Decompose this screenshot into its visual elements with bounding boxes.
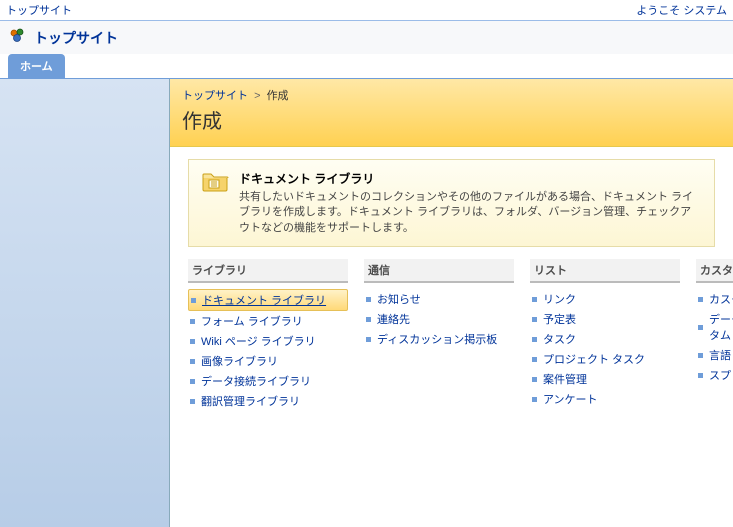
category-communications-head: 通信: [364, 259, 514, 283]
bullet-icon: [190, 319, 195, 324]
list-item[interactable]: Wiki ページ ライブラリ: [188, 331, 348, 351]
link-form-library[interactable]: フォーム ライブラリ: [201, 313, 303, 329]
link-contacts[interactable]: 連絡先: [377, 311, 410, 327]
infobox-body: 共有したいドキュメントのコレクションやその他のファイルがある場合、ドキュメント …: [239, 190, 702, 236]
breadcrumb: トップサイト > 作成: [182, 87, 721, 103]
breadcrumb-site-link[interactable]: トップサイト: [182, 90, 248, 102]
link-picture-library[interactable]: 画像ライブラリ: [201, 353, 278, 369]
list-item[interactable]: アンケート: [530, 389, 680, 409]
list-item[interactable]: 翻訳管理ライブラリ: [188, 391, 348, 411]
left-nav: [0, 79, 170, 527]
list-item[interactable]: 予定表: [530, 309, 680, 329]
link-survey[interactable]: アンケート: [543, 391, 598, 407]
page-title: 作成: [182, 105, 721, 134]
list-item[interactable]: データシ タム リス: [696, 309, 733, 345]
category-custom-head: カスタム リ: [696, 259, 733, 283]
category-library: ライブラリ ドキュメント ライブラリ フォーム ライブラリ Wiki ページ ラ…: [188, 259, 348, 411]
list-item[interactable]: データ接続ライブラリ: [188, 371, 348, 391]
bullet-icon: [532, 377, 537, 382]
site-title: トップサイト: [34, 28, 118, 48]
bullet-icon: [698, 297, 703, 302]
bullet-icon: [366, 317, 371, 322]
bullet-icon: [190, 339, 195, 344]
link-datasheet-line2: タム リス: [709, 330, 733, 342]
link-languages[interactable]: 言語と翻: [709, 347, 733, 363]
bullet-icon: [190, 399, 195, 404]
category-list-head: リスト: [530, 259, 680, 283]
category-library-head: ライブラリ: [188, 259, 348, 283]
bullet-icon: [366, 297, 371, 302]
list-item[interactable]: スプレッド: [696, 365, 733, 385]
link-spreadsheet[interactable]: スプレッド: [709, 367, 733, 383]
category-communications: 通信 お知らせ 連絡先 ディスカッション掲示板: [364, 259, 514, 411]
list-item[interactable]: フォーム ライブラリ: [188, 311, 348, 331]
bullet-icon: [190, 379, 195, 384]
link-tasks[interactable]: タスク: [543, 331, 576, 347]
link-data-connection-library[interactable]: データ接続ライブラリ: [201, 373, 311, 389]
link-discussion-board[interactable]: ディスカッション掲示板: [377, 331, 497, 347]
link-announcements[interactable]: お知らせ: [377, 291, 421, 307]
link-issue-tracking[interactable]: 案件管理: [543, 371, 587, 387]
infobox-heading: ドキュメント ライブラリ: [239, 170, 702, 187]
bullet-icon: [698, 373, 703, 378]
bullet-icon: [191, 298, 196, 303]
link-custom-list[interactable]: カスタム: [709, 291, 733, 307]
list-item[interactable]: 案件管理: [530, 369, 680, 389]
list-item[interactable]: 言語と翻: [696, 345, 733, 365]
bullet-icon: [190, 359, 195, 364]
bullet-icon: [532, 357, 537, 362]
category-custom: カスタム リ カスタム データシ タム リス 言語と翻 スプレッド: [696, 259, 733, 411]
bullet-icon: [532, 397, 537, 402]
link-document-library[interactable]: ドキュメント ライブラリ: [202, 292, 326, 308]
list-item[interactable]: タスク: [530, 329, 680, 349]
list-item[interactable]: お知らせ: [364, 289, 514, 309]
bullet-icon: [366, 337, 371, 342]
breadcrumb-separator: >: [254, 90, 260, 102]
link-translation-library[interactable]: 翻訳管理ライブラリ: [201, 393, 300, 409]
list-item[interactable]: リンク: [530, 289, 680, 309]
list-item[interactable]: 連絡先: [364, 309, 514, 329]
bullet-icon: [698, 353, 703, 358]
list-item[interactable]: ドキュメント ライブラリ: [188, 289, 348, 311]
site-logo-icon: [8, 27, 28, 48]
bullet-icon: [532, 317, 537, 322]
welcome-text: ようこそ システム: [636, 2, 727, 18]
list-item[interactable]: ディスカッション掲示板: [364, 329, 514, 349]
bullet-icon: [698, 325, 703, 330]
breadcrumb-current: 作成: [267, 90, 289, 102]
category-list: リスト リンク 予定表 タスク プロジェクト タスク 案件管理 アンケート: [530, 259, 680, 411]
top-site-link[interactable]: トップサイト: [6, 2, 72, 18]
bullet-icon: [532, 297, 537, 302]
link-links[interactable]: リンク: [543, 291, 576, 307]
link-calendar[interactable]: 予定表: [543, 311, 576, 327]
link-project-tasks[interactable]: プロジェクト タスク: [543, 351, 645, 367]
list-item[interactable]: 画像ライブラリ: [188, 351, 348, 371]
link-wiki-page-library[interactable]: Wiki ページ ライブラリ: [201, 333, 316, 349]
bullet-icon: [532, 337, 537, 342]
list-item[interactable]: カスタム: [696, 289, 733, 309]
list-item[interactable]: プロジェクト タスク: [530, 349, 680, 369]
info-box: ドキュメント ライブラリ 共有したいドキュメントのコレクションやその他のファイル…: [188, 159, 715, 247]
folder-icon: [201, 185, 229, 197]
link-datasheet[interactable]: データシ: [709, 314, 733, 326]
tab-home[interactable]: ホーム: [8, 54, 65, 78]
